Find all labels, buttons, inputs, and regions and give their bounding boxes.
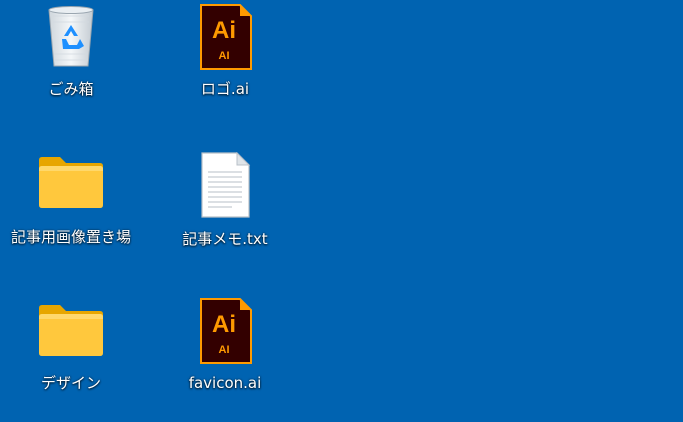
- desktop-icon-favicon-ai[interactable]: Ai AI favicon.ai: [150, 298, 300, 418]
- icon-label: ロゴ.ai: [200, 80, 250, 98]
- icon-label: デザイン: [40, 374, 101, 392]
- icon-label: ごみ箱: [48, 80, 94, 98]
- desktop-icon-recycle-bin[interactable]: ごみ箱: [0, 4, 146, 124]
- illustrator-badge-main: Ai: [212, 311, 236, 338]
- icon-label: favicon.ai: [188, 374, 262, 392]
- icon-label: 記事メモ.txt: [182, 230, 268, 248]
- desktop-icon-article-images-folder[interactable]: 記事用画像置き場: [0, 154, 146, 274]
- desktop-icon-logo-ai[interactable]: Ai AI ロゴ.ai: [150, 4, 300, 124]
- folder-icon: [38, 302, 104, 358]
- illustrator-file-icon: Ai AI: [198, 4, 252, 70]
- illustrator-file-icon: Ai AI: [198, 298, 252, 364]
- illustrator-badge-sub: AI: [219, 50, 230, 62]
- recycle-bin-icon: [41, 4, 101, 68]
- icon-label: 記事用画像置き場: [10, 228, 131, 246]
- illustrator-badge-sub: AI: [219, 344, 230, 356]
- illustrator-badge-main: Ai: [212, 17, 236, 44]
- folder-icon: [38, 154, 104, 210]
- desktop-icon-design-folder[interactable]: デザイン: [0, 302, 146, 422]
- desktop-icon-article-memo-txt[interactable]: 記事メモ.txt: [150, 152, 300, 272]
- text-file-icon: [199, 152, 251, 218]
- desktop[interactable]: ごみ箱 Ai AI ロゴ.ai 記事用画像置き場 記事メモ.txt デザイン A…: [0, 0, 683, 422]
